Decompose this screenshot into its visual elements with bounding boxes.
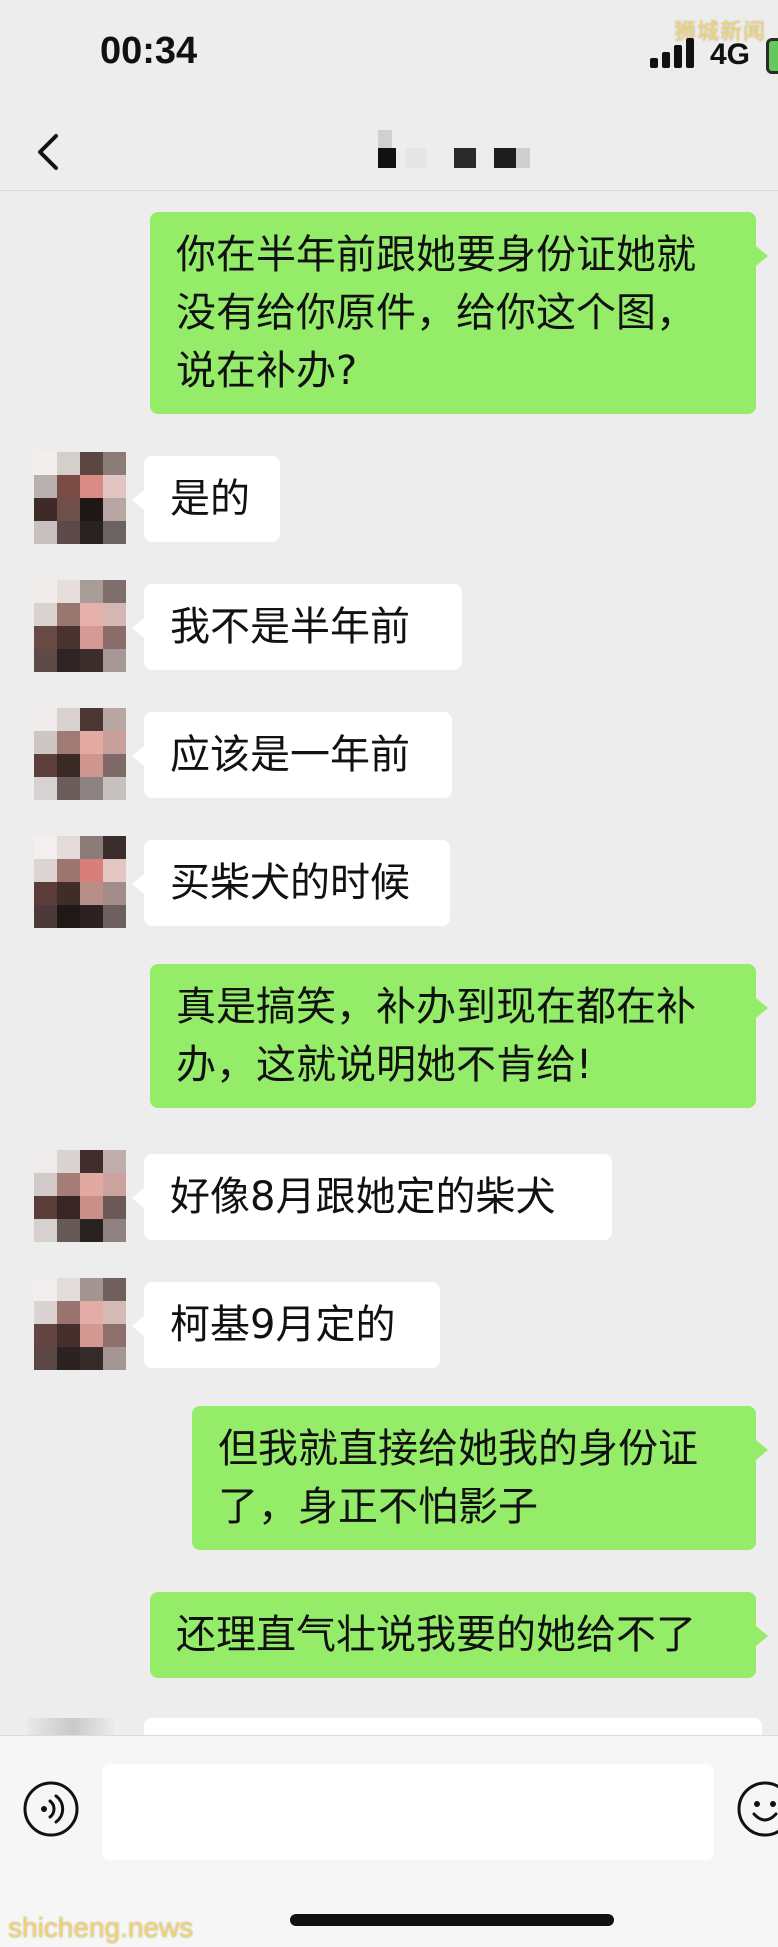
message-row: 还理直气壮说我要的她给不了 bbox=[0, 1592, 778, 1682]
avatar[interactable] bbox=[34, 580, 126, 672]
signal-icon bbox=[650, 38, 700, 68]
emoji-icon[interactable] bbox=[736, 1780, 778, 1838]
back-arrow-icon[interactable] bbox=[30, 122, 70, 182]
message-list: 你在半年前跟她要身份证她就 没有给你原件，给你这个图， 说在补办? 是的 我不是… bbox=[0, 192, 778, 1732]
message-bubble-incoming[interactable]: 应该是一年前 bbox=[132, 712, 452, 798]
avatar[interactable] bbox=[34, 452, 126, 544]
message-bubble-incoming[interactable]: 我不是半年前 bbox=[132, 584, 462, 670]
message-bubble-outgoing[interactable]: 但我就直接给她我的身份证 了，身正不怕影子 bbox=[192, 1406, 768, 1550]
voice-input-icon[interactable] bbox=[22, 1780, 80, 1838]
message-row: 买柴犬的时候 bbox=[0, 836, 778, 936]
chat-header bbox=[0, 110, 778, 191]
message-bubble-incoming[interactable]: 是的 bbox=[132, 456, 280, 542]
message-bubble-incoming[interactable]: 买柴犬的时候 bbox=[132, 840, 450, 926]
chat-title-pixelated bbox=[378, 130, 530, 168]
avatar[interactable] bbox=[34, 1150, 126, 1242]
avatar[interactable] bbox=[34, 708, 126, 800]
message-row: 我不是半年前 bbox=[0, 580, 778, 680]
watermark-url: shicheng.news bbox=[8, 1912, 194, 1943]
message-input[interactable] bbox=[102, 1764, 714, 1860]
status-bar: 00:34 4G bbox=[0, 0, 778, 110]
avatar[interactable] bbox=[34, 1278, 126, 1370]
status-time: 00:34 bbox=[100, 30, 198, 72]
message-bubble-incoming[interactable]: 好像8月跟她定的柴犬 bbox=[132, 1154, 612, 1240]
avatar[interactable] bbox=[34, 836, 126, 928]
message-bubble-outgoing[interactable]: 真是搞笑，补办到现在都在补 办，这就说明她不肯给! bbox=[150, 964, 768, 1108]
message-row: 好像8月跟她定的柴犬 bbox=[0, 1150, 778, 1250]
battery-icon bbox=[766, 38, 778, 74]
message-row: 你在半年前跟她要身份证她就 没有给你原件，给你这个图， 说在补办? bbox=[0, 212, 778, 416]
home-indicator bbox=[290, 1914, 614, 1926]
message-row: 但我就直接给她我的身份证 了，身正不怕影子 bbox=[0, 1406, 778, 1552]
message-row: 是的 bbox=[0, 452, 778, 552]
message-row: 应该是一年前 bbox=[0, 708, 778, 808]
network-type: 4G bbox=[710, 38, 751, 71]
message-bubble-incoming[interactable]: 柯基9月定的 bbox=[132, 1282, 440, 1368]
message-row: 真是搞笑，补办到现在都在补 办，这就说明她不肯给! bbox=[0, 964, 778, 1110]
message-bubble-outgoing[interactable]: 你在半年前跟她要身份证她就 没有给你原件，给你这个图， 说在补办? bbox=[150, 212, 768, 414]
message-row: 柯基9月定的 bbox=[0, 1278, 778, 1378]
message-bubble-outgoing[interactable]: 还理直气壮说我要的她给不了 bbox=[150, 1592, 768, 1678]
